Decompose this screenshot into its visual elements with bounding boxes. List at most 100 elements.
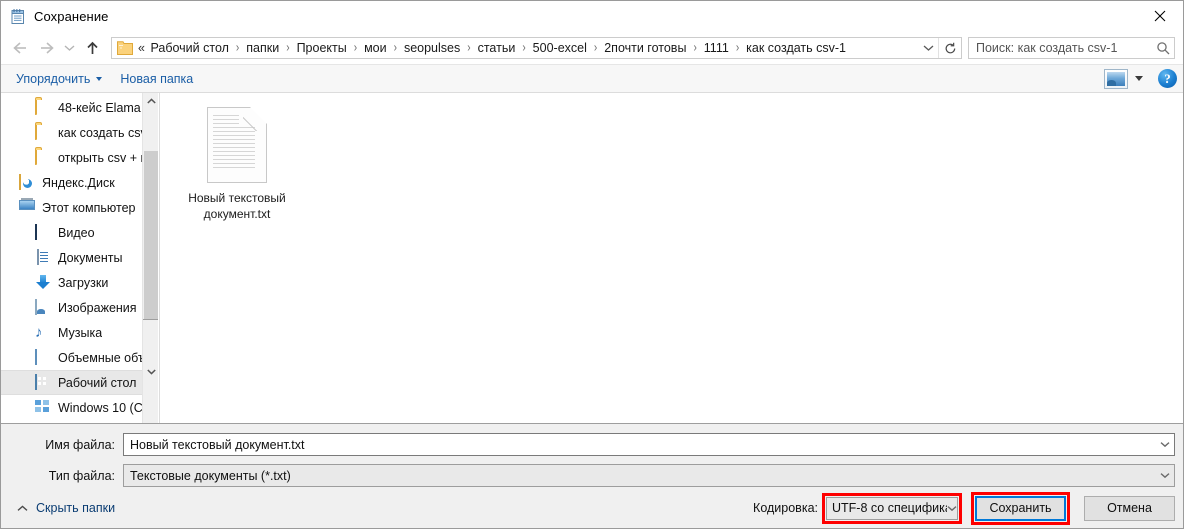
save-highlight-annotation: Сохранить (971, 491, 1070, 525)
save-button[interactable]: Сохранить (975, 495, 1066, 521)
folder-tree: 48-кейс Elama C как создать csv- открыть… (1, 93, 158, 420)
help-icon[interactable]: ? (1158, 69, 1177, 88)
sidebar-scrollbar[interactable] (142, 93, 158, 423)
file-name-row: Имя файла: Новый текстовый документ.txt (1, 432, 1183, 457)
breadcrumb-item-9[interactable]: как создать csv-1 (743, 40, 849, 56)
breadcrumb-item-0[interactable]: Рабочий стол (147, 40, 231, 56)
address-dropdown-button[interactable] (918, 44, 938, 52)
navigation-sidebar: 48-кейс Elama C как создать csv- открыть… (1, 93, 159, 423)
encoding-select[interactable]: UTF-8 со спецификаци (826, 496, 958, 520)
caret-down-icon[interactable] (1135, 76, 1143, 81)
file-type-label-text: Тип файла: (48, 468, 115, 483)
scrollbar-thumb[interactable] (144, 151, 158, 341)
music-icon: ♪ (35, 323, 43, 341)
text-file-icon (207, 107, 267, 183)
scroll-down-button[interactable] (143, 319, 158, 423)
file-name-value[interactable]: Новый текстовый документ.txt (124, 438, 1155, 452)
chevron-down-icon (923, 45, 933, 51)
hide-folders-button[interactable]: Скрыть папки (13, 497, 119, 519)
3d-objects-icon (35, 348, 51, 366)
file-name-input[interactable]: Новый текстовый документ.txt (123, 433, 1175, 456)
new-folder-button[interactable]: Новая папка (111, 69, 202, 89)
video-icon (35, 223, 51, 241)
view-layout-icon[interactable] (1104, 68, 1128, 89)
file-type-select[interactable]: Текстовые документы (*.txt) (123, 464, 1175, 487)
breadcrumb-separator: › (393, 41, 397, 55)
search-input[interactable]: Поиск: как создать csv-1 (969, 41, 1152, 55)
up-button[interactable] (79, 35, 105, 61)
search-box[interactable]: Поиск: как создать csv-1 (968, 37, 1175, 59)
sidebar-item-windows-drive[interactable]: Windows 10 (C:) (1, 395, 158, 420)
sidebar-item-label: Яндекс.Диск (42, 175, 115, 190)
sidebar-item-label: Windows 10 (C:) (58, 400, 151, 415)
window-title: Сохранение (34, 9, 109, 24)
chevron-down-icon (64, 45, 74, 51)
chevron-down-icon[interactable] (947, 501, 957, 515)
organize-label: Упорядочить (16, 71, 91, 86)
breadcrumb-item-8[interactable]: 1111 (701, 40, 732, 56)
sidebar-item-yandex-disk[interactable]: Яндекс.Диск (1, 170, 158, 195)
breadcrumb-item-7[interactable]: 2почти готовы (601, 40, 689, 56)
folder-icon (117, 41, 133, 55)
encoding-highlight-annotation: UTF-8 со спецификаци (822, 492, 962, 524)
sidebar-item-label: Изображения (58, 300, 137, 315)
actions-row: Скрыть папки Кодировка: UTF-8 со специфи… (1, 488, 1183, 528)
breadcrumb-item-2[interactable]: Проекты (294, 40, 350, 56)
scroll-up-button[interactable] (143, 93, 158, 110)
sidebar-item-video[interactable]: Видео (1, 220, 158, 245)
sidebar-item-label: Объемные объе (58, 350, 153, 365)
breadcrumb-overflow[interactable]: « (138, 40, 147, 56)
breadcrumb-item-4[interactable]: seopulses (401, 40, 463, 56)
sidebar-item-0[interactable]: 48-кейс Elama C (1, 95, 158, 120)
sidebar-item-3d-objects[interactable]: Объемные объе (1, 345, 158, 370)
sidebar-item-label: Документы (58, 250, 123, 265)
file-type-value: Текстовые документы (*.txt) (130, 468, 291, 483)
back-button[interactable] (7, 35, 33, 61)
chevron-down-icon (146, 369, 156, 375)
breadcrumb-separator: › (522, 41, 526, 55)
chevron-down-icon[interactable] (1155, 472, 1174, 479)
encoding-value: UTF-8 со спецификаци (832, 501, 947, 515)
encoding-label: Кодировка: (753, 501, 818, 515)
file-name-label-text: Имя файла: (45, 437, 115, 452)
chevron-down-icon[interactable] (1155, 441, 1174, 448)
sidebar-item-label: Музыка (58, 325, 103, 340)
sidebar-item-pictures[interactable]: Изображения (1, 295, 158, 320)
sidebar-item-label: как создать csv- (58, 125, 151, 140)
yandex-disk-icon (19, 173, 35, 191)
notepad-icon (10, 8, 26, 25)
breadcrumb-item-1[interactable]: папки (243, 40, 282, 56)
breadcrumb-item-3[interactable]: мои (361, 40, 390, 56)
file-list-pane[interactable]: Новый текстовый документ.txt (159, 93, 1183, 423)
breadcrumb-item-5[interactable]: статьи (475, 40, 519, 56)
sidebar-item-this-pc[interactable]: Этот компьютер (1, 195, 158, 220)
file-item[interactable]: Новый текстовый документ.txt (182, 107, 292, 222)
new-folder-label: Новая папка (120, 71, 194, 86)
breadcrumb-separator: › (735, 41, 740, 55)
file-type-row: Тип файла: Текстовые документы (*.txt) (1, 463, 1183, 488)
sidebar-item-desktop[interactable]: Рабочий стол (1, 370, 158, 395)
refresh-button[interactable] (938, 38, 961, 58)
address-bar[interactable]: « Рабочий стол › папки › Проекты › мои ›… (111, 37, 962, 59)
sidebar-item-documents[interactable]: Документы (1, 245, 158, 270)
organize-button[interactable]: Упорядочить (7, 69, 111, 89)
sidebar-item-label: Рабочий стол (58, 375, 137, 390)
this-pc-icon (19, 197, 35, 216)
chevron-up-icon (17, 504, 28, 512)
sidebar-item-downloads[interactable]: Загрузки (1, 270, 158, 295)
caret-down-icon (96, 76, 103, 81)
cancel-button[interactable]: Отмена (1084, 495, 1175, 521)
sidebar-item-music[interactable]: ♪ Музыка (1, 320, 158, 345)
sidebar-item-label: Видео (58, 225, 95, 240)
recent-locations-button[interactable] (59, 35, 79, 61)
drive-icon (35, 399, 51, 416)
sidebar-item-1[interactable]: как создать csv- (1, 120, 158, 145)
breadcrumb-item-6[interactable]: 500-excel (530, 40, 590, 56)
breadcrumb[interactable]: « Рабочий стол › папки › Проекты › мои ›… (138, 40, 918, 56)
sidebar-item-2[interactable]: открыть csv + в (1, 145, 158, 170)
forward-button[interactable] (33, 35, 59, 61)
breadcrumb-separator: › (235, 41, 240, 55)
dialog-body: 48-кейс Elama C как создать csv- открыть… (1, 93, 1183, 423)
documents-icon (35, 248, 51, 266)
close-button[interactable] (1137, 1, 1183, 31)
